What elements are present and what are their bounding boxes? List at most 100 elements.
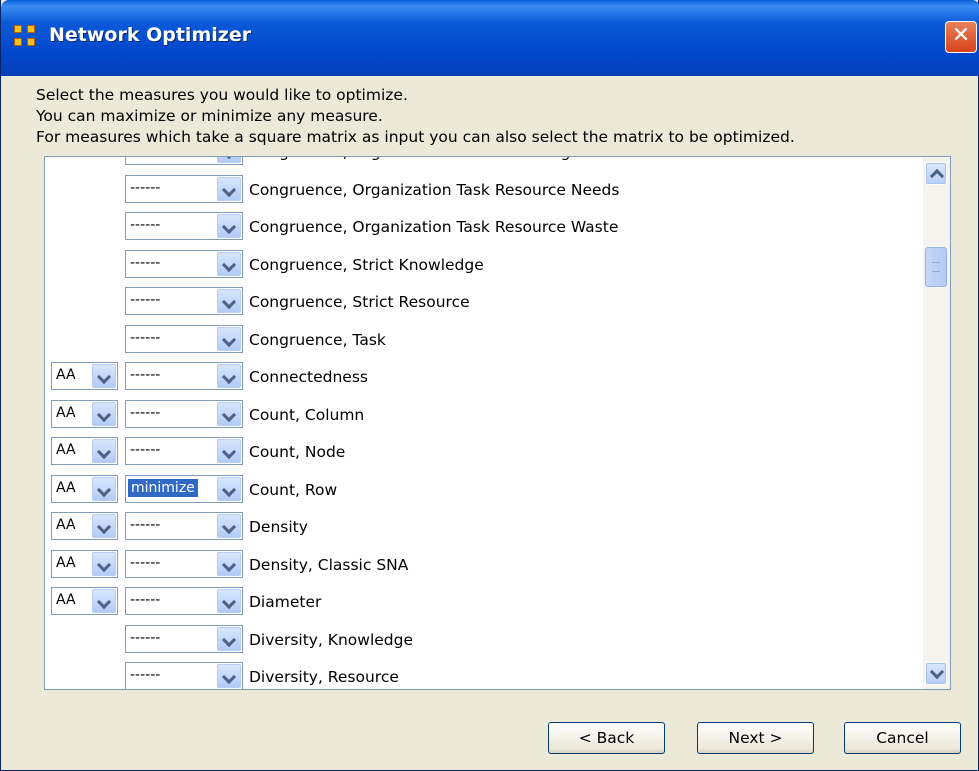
measure-row: AA ------ Density	[45, 506, 923, 544]
measure-label: Congruence, Task	[249, 330, 386, 349]
chevron-down-icon[interactable]	[92, 401, 116, 426]
measures-list[interactable]: ------ Congruence, Organization Task Know…	[44, 156, 951, 690]
scroll-thumb[interactable]	[925, 247, 947, 287]
measure-label: Diameter	[249, 593, 322, 611]
goal-value: ------	[130, 667, 161, 683]
goal-value: ------	[130, 404, 161, 421]
goal-value: minimize	[128, 478, 198, 497]
goal-select[interactable]: ------	[125, 624, 243, 653]
chevron-down-icon[interactable]	[217, 176, 241, 201]
measure-label: Count, Column	[249, 405, 365, 424]
network-optimizer-window: Network Optimizer ✕ Select the measures …	[0, 0, 979, 771]
measure-label: Density	[249, 518, 308, 536]
chevron-down-icon[interactable]	[217, 439, 241, 463]
chevron-down-icon[interactable]	[217, 476, 241, 501]
vertical-scrollbar[interactable]	[923, 157, 950, 689]
measure-label: Connectedness	[249, 368, 368, 386]
goal-select[interactable]: ------	[125, 249, 243, 278]
chevron-down-icon[interactable]	[217, 214, 241, 238]
chevron-down-icon[interactable]	[217, 326, 241, 351]
measure-row: ------ Congruence, Task	[45, 319, 923, 357]
next-button[interactable]: Next >	[697, 722, 814, 754]
goal-value: ------	[130, 179, 161, 196]
chevron-down-icon[interactable]	[92, 589, 116, 613]
chevron-down-icon[interactable]	[92, 439, 116, 463]
measure-label: Congruence, Organization Task Resource W…	[249, 218, 619, 236]
measures-rows: ------ Congruence, Organization Task Know…	[45, 157, 923, 689]
matrix-value: AA	[56, 442, 76, 458]
matrix-select[interactable]: AA	[51, 587, 118, 615]
goal-select[interactable]: ------	[125, 174, 243, 203]
goal-select[interactable]: ------	[125, 212, 243, 240]
measure-row: AA ------ Diameter	[45, 581, 923, 619]
matrix-select[interactable]: AA	[51, 362, 118, 390]
goal-value: ------	[130, 367, 161, 383]
chevron-down-icon[interactable]	[217, 157, 241, 163]
goal-value: ------	[130, 254, 161, 271]
goal-select[interactable]: ------	[125, 157, 243, 165]
measure-row: ------ Congruence, Organization Task Reso…	[45, 169, 923, 207]
matrix-select[interactable]: AA	[51, 437, 118, 465]
goal-select[interactable]: ------	[125, 324, 243, 353]
chevron-down-icon[interactable]	[217, 289, 241, 313]
chevron-down-icon[interactable]	[92, 364, 116, 388]
matrix-select[interactable]: AA	[51, 549, 118, 578]
chevron-down-icon[interactable]	[217, 251, 241, 276]
measure-row: AA minimize Count, Row	[45, 469, 923, 507]
goal-select[interactable]: ------	[125, 587, 243, 615]
matrix-value: AA	[56, 592, 76, 608]
measure-label: Count, Node	[249, 443, 346, 461]
matrix-select[interactable]: AA	[51, 399, 118, 428]
scroll-up-button[interactable]	[925, 162, 947, 185]
goal-value: ------	[130, 517, 161, 533]
measure-label: Diversity, Resource	[249, 668, 399, 686]
app-icon	[14, 25, 38, 49]
measure-label: Congruence, Organization Task Knowledge …	[249, 157, 633, 161]
measure-row: ------ Congruence, Organization Task Know…	[45, 157, 923, 169]
scroll-down-button[interactable]	[925, 662, 947, 685]
close-icon[interactable]: ✕	[945, 21, 977, 53]
goal-value: ------	[130, 157, 160, 158]
goal-select[interactable]: minimize	[125, 474, 243, 503]
goal-value: ------	[130, 329, 161, 346]
chevron-down-icon[interactable]	[217, 514, 241, 538]
instruction-line: Select the measures you would like to op…	[36, 86, 408, 104]
chevron-down-icon[interactable]	[92, 476, 116, 501]
back-button[interactable]: < Back	[548, 722, 665, 754]
measure-label: Congruence, Strict Knowledge	[249, 255, 484, 274]
matrix-value: AA	[56, 479, 76, 496]
measure-row: AA ------ Count, Node	[45, 431, 923, 469]
title-bar[interactable]: Network Optimizer ✕	[1, 0, 979, 76]
measure-row: AA ------ Connectedness	[45, 356, 923, 394]
chevron-down-icon[interactable]	[217, 626, 241, 651]
goal-select[interactable]: ------	[125, 399, 243, 428]
matrix-value: AA	[56, 517, 76, 533]
chevron-down-icon[interactable]	[217, 551, 241, 576]
instructions: Select the measures you would like to op…	[36, 85, 795, 148]
goal-select[interactable]: ------	[125, 662, 243, 689]
matrix-value: AA	[56, 554, 76, 571]
chevron-down-icon[interactable]	[92, 514, 116, 538]
measure-label: Density, Classic SNA	[249, 555, 409, 574]
measure-label: Count, Row	[249, 480, 338, 499]
chevron-down-icon[interactable]	[217, 664, 241, 688]
window-title: Network Optimizer	[49, 24, 252, 46]
goal-select[interactable]: ------	[125, 512, 243, 540]
chevron-down-icon[interactable]	[217, 364, 241, 388]
goal-select[interactable]: ------	[125, 362, 243, 390]
matrix-select[interactable]: AA	[51, 474, 118, 503]
matrix-select[interactable]: AA	[51, 512, 118, 540]
goal-select[interactable]: ------	[125, 549, 243, 578]
chevron-down-icon[interactable]	[217, 401, 241, 426]
cancel-button[interactable]: Cancel	[844, 722, 961, 754]
goal-value: ------	[130, 442, 161, 458]
measure-row: ------ Diversity, Knowledge	[45, 619, 923, 657]
goal-select[interactable]: ------	[125, 287, 243, 315]
measure-row: ------ Congruence, Strict Resource	[45, 281, 923, 319]
goal-select[interactable]: ------	[125, 437, 243, 465]
matrix-value: AA	[56, 367, 76, 383]
chevron-down-icon[interactable]	[92, 551, 116, 576]
chevron-down-icon[interactable]	[217, 589, 241, 613]
instruction-line: You can maximize or minimize any measure…	[36, 107, 383, 125]
measure-row: AA ------ Count, Column	[45, 394, 923, 432]
